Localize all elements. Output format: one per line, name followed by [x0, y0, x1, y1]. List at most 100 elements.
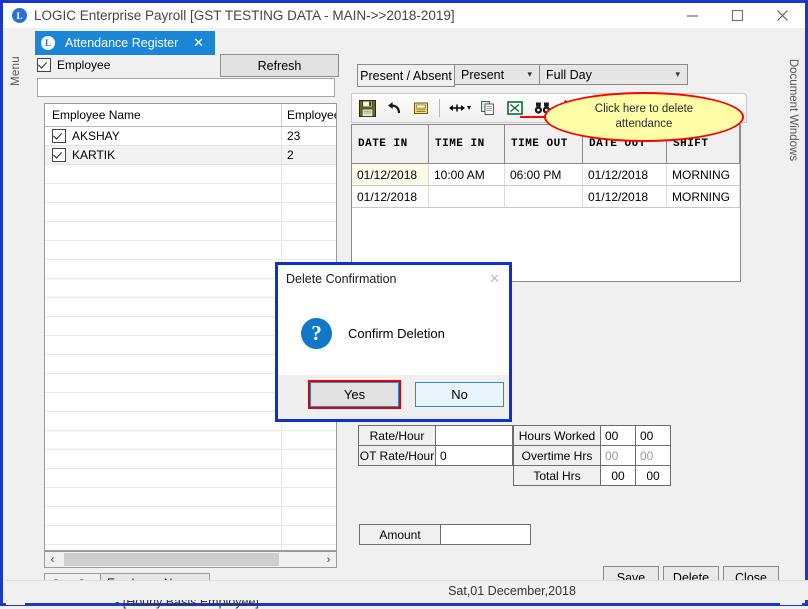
- menu-strip[interactable]: Menu: [6, 31, 25, 605]
- hours-worked-label: Hours Worked: [513, 425, 601, 446]
- dialog-title: Delete Confirmation: [286, 271, 397, 286]
- employee-row-checkbox[interactable]: [52, 148, 66, 162]
- overtime-hours-input[interactable]: 00: [600, 445, 636, 466]
- no-button[interactable]: No: [415, 382, 504, 407]
- callout-line-1: Click here to delete: [594, 103, 694, 115]
- window-controls: [670, 3, 805, 28]
- column-header-date-in: DATE IN: [352, 125, 429, 163]
- column-header-employee-code: Employee: [287, 108, 336, 122]
- attendance-grid[interactable]: DATE IN TIME IN TIME OUT DATE OUT SHIFT …: [351, 124, 741, 282]
- present-absent-value: Present: [461, 67, 505, 82]
- table-row-empty: [45, 469, 336, 488]
- table-row-empty: [45, 507, 336, 526]
- dialog-body: ? Confirm Deletion: [278, 292, 509, 375]
- rate-hour-label: Rate/Hour: [358, 425, 436, 446]
- employee-code: 2: [287, 148, 294, 162]
- cell-time-in[interactable]: 10:00 AM: [429, 164, 505, 185]
- table-row-empty: [45, 165, 336, 184]
- total-hours-value: 00: [600, 465, 636, 486]
- dialog-close-icon[interactable]: ✕: [489, 271, 500, 287]
- notes-icon[interactable]: [409, 96, 433, 120]
- menu-strip-label: Menu: [10, 56, 22, 86]
- window-title: LOGIC Enterprise Payroll [GST TESTING DA…: [34, 8, 455, 23]
- toolbar-separator: [439, 99, 440, 117]
- amount-label: Amount: [359, 524, 441, 545]
- overtime-minutes-input[interactable]: 00: [635, 445, 671, 466]
- hours-fields: Hours Worked 00 00 Overtime Hrs 00 00 To…: [513, 425, 671, 486]
- app-logo-icon: L: [12, 8, 27, 23]
- dialog-footer: Yes No: [278, 375, 509, 419]
- scroll-right-icon[interactable]: ›: [321, 554, 336, 566]
- title-bar: L LOGIC Enterprise Payroll [GST TESTING …: [3, 3, 805, 28]
- save-icon[interactable]: [355, 96, 379, 120]
- table-row[interactable]: 01/12/2018 01/12/2018 MORNING: [352, 186, 740, 208]
- copy-icon[interactable]: [476, 96, 500, 120]
- employee-filter-checkbox[interactable]: [37, 58, 51, 72]
- rate-fields: Rate/Hour OT Rate/Hour 0: [358, 425, 513, 466]
- close-button[interactable]: [760, 3, 805, 28]
- table-row-empty: [45, 450, 336, 469]
- callout-line-2: attendance: [615, 118, 673, 130]
- employee-search-input[interactable]: [37, 78, 335, 97]
- undo-icon[interactable]: [382, 96, 406, 120]
- present-absent-select[interactable]: Present ▾: [455, 64, 540, 85]
- scrollbar-thumb[interactable]: [64, 553, 279, 566]
- dialog-message: Confirm Deletion: [348, 326, 445, 341]
- table-row-empty: [45, 241, 336, 260]
- cell-date-in[interactable]: 01/12/2018: [352, 164, 429, 185]
- tab-bar: L Attendance Register ✕: [25, 31, 785, 55]
- table-row-empty: [45, 184, 336, 203]
- amount-input[interactable]: [441, 524, 531, 545]
- chevron-down-icon: ▾: [527, 69, 532, 79]
- yes-button[interactable]: Yes: [308, 380, 401, 409]
- scrollbar-track[interactable]: [60, 552, 321, 567]
- application-window: L LOGIC Enterprise Payroll [GST TESTING …: [0, 0, 808, 609]
- table-row[interactable]: 01/12/2018 10:00 AM 06:00 PM 01/12/2018 …: [352, 164, 740, 186]
- total-hrs-label: Total Hrs: [513, 465, 601, 486]
- employee-grid-header: Employee Name Employee: [45, 104, 336, 127]
- table-row-empty: [45, 222, 336, 241]
- cell-time-out[interactable]: 06:00 PM: [505, 164, 583, 185]
- delete-callout: Click here to delete attendance: [544, 92, 744, 142]
- cell-date-out[interactable]: 01/12/2018: [583, 164, 667, 185]
- tab-label: Attendance Register: [65, 36, 179, 50]
- employee-row-checkbox[interactable]: [52, 129, 66, 143]
- table-row[interactable]: KARTIK 2: [45, 146, 336, 165]
- employee-grid-horizontal-scrollbar[interactable]: ‹ ›: [44, 551, 337, 568]
- present-absent-button[interactable]: Present / Absent: [357, 64, 455, 87]
- tab-close-icon[interactable]: ✕: [193, 35, 204, 51]
- table-row[interactable]: AKSHAY 23: [45, 127, 336, 146]
- overtime-hrs-label: Overtime Hrs: [513, 445, 601, 466]
- hours-worked-minutes-input[interactable]: 00: [635, 425, 671, 446]
- status-bar: Sat,01 December,2018: [6, 580, 808, 600]
- ot-rate-hour-label: OT Rate/Hour: [358, 445, 436, 466]
- chevron-down-icon: ▾: [675, 69, 680, 79]
- tab-logo-icon: L: [41, 36, 55, 50]
- table-row-empty: [45, 203, 336, 222]
- scroll-left-icon[interactable]: ‹: [45, 554, 60, 566]
- employee-filter-label: Employee: [57, 58, 111, 72]
- table-row-empty: [45, 431, 336, 450]
- day-type-select[interactable]: Full Day ▾: [540, 64, 688, 85]
- cell-date-in[interactable]: 01/12/2018: [352, 186, 429, 207]
- resize-columns-icon[interactable]: [447, 96, 473, 120]
- dialog-title-bar: Delete Confirmation ✕: [278, 265, 509, 292]
- cell-date-out[interactable]: 01/12/2018: [583, 186, 667, 207]
- minimize-button[interactable]: [670, 3, 715, 28]
- maximize-button[interactable]: [715, 3, 760, 28]
- rate-hour-input[interactable]: [435, 425, 513, 446]
- cell-time-in[interactable]: [429, 186, 505, 207]
- cell-shift[interactable]: MORNING: [667, 186, 740, 207]
- employee-code: 23: [287, 129, 301, 143]
- tab-attendance-register[interactable]: L Attendance Register ✕: [35, 31, 215, 55]
- amount-row: Amount: [359, 524, 531, 545]
- delete-confirmation-dialog: Delete Confirmation ✕ ? Confirm Deletion…: [275, 262, 512, 422]
- cell-time-out[interactable]: [505, 186, 583, 207]
- column-header-employee-name: Employee Name: [45, 104, 282, 126]
- refresh-button[interactable]: Refresh: [220, 54, 339, 77]
- employee-name: AKSHAY: [72, 129, 120, 143]
- hours-worked-hours-input[interactable]: 00: [600, 425, 636, 446]
- ot-rate-hour-input[interactable]: 0: [435, 445, 513, 466]
- cell-shift[interactable]: MORNING: [667, 164, 740, 185]
- employee-filter-checkbox-row[interactable]: Employee: [37, 55, 110, 75]
